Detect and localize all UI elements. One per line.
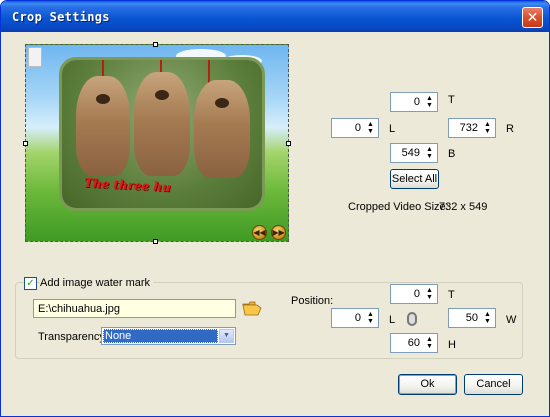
dog-figure	[134, 72, 190, 176]
chain-link-icon[interactable]	[407, 312, 417, 326]
crop-right-label: R	[506, 123, 514, 135]
rewind-icon[interactable]: ◀◀	[252, 225, 267, 240]
spinner-arrows-icon[interactable]: ▲ ▼	[424, 95, 435, 109]
wm-top-value: 0	[413, 288, 420, 300]
crop-left-value: 0	[354, 122, 361, 134]
wm-height-spinner[interactable]: 60 ▲ ▼	[390, 333, 438, 353]
add-watermark-label[interactable]: Add image water mark	[40, 277, 154, 289]
ok-button[interactable]: Ok	[398, 374, 457, 395]
wm-width-label: W	[506, 314, 517, 326]
wm-left-value: 0	[354, 312, 361, 324]
crop-top-spinner[interactable]: 0 ▲ ▼	[390, 92, 438, 112]
wm-width-value: 50	[465, 312, 478, 324]
dog-figure	[76, 76, 130, 176]
dog-figure	[194, 80, 250, 178]
title-bar[interactable]: Crop Settings ✕	[1, 1, 549, 32]
watermark-path-field[interactable]: E:\chihuahua.jpg	[33, 299, 236, 318]
crop-right-value: 732	[459, 122, 478, 134]
crop-bottom-label: B	[448, 148, 456, 160]
wm-height-value: 60	[407, 337, 420, 349]
wm-top-label: T	[448, 289, 455, 301]
spinner-arrows-icon[interactable]: ▲ ▼	[365, 311, 376, 325]
cancel-button[interactable]: Cancel	[464, 374, 523, 395]
crop-handle-left[interactable]	[23, 141, 28, 146]
watermark-photo: The three hu	[62, 60, 262, 208]
crop-right-spinner[interactable]: 732 ▲ ▼	[448, 118, 496, 138]
wm-left-spinner[interactable]: 0 ▲ ▼	[331, 308, 379, 328]
spinner-arrows-icon[interactable]: ▲ ▼	[482, 311, 493, 325]
select-all-button[interactable]: Select All	[390, 169, 439, 189]
position-label: Position:	[291, 295, 334, 307]
crop-bottom-spinner[interactable]: 549 ▲ ▼	[390, 143, 438, 163]
cropped-size-value: 732 x 549	[439, 201, 488, 213]
wm-top-spinner[interactable]: 0 ▲ ▼	[390, 284, 438, 304]
folder-open-icon[interactable]	[242, 300, 262, 316]
crop-settings-dialog: Crop Settings ✕ The three hu ◀◀ ▶▶ 0 ▲ ▼…	[0, 0, 550, 417]
transparency-select[interactable]: None ▼	[101, 327, 236, 345]
forward-icon[interactable]: ▶▶	[271, 225, 286, 240]
transparency-value: None	[103, 329, 218, 343]
photo-caption: The three hu	[83, 175, 172, 195]
transparency-label: Transparency:	[38, 331, 108, 343]
dog-nose	[96, 94, 110, 104]
wm-height-label: H	[448, 339, 456, 351]
crop-left-label: L	[389, 123, 396, 135]
crop-bottom-value: 549	[401, 147, 420, 159]
add-watermark-checkbox[interactable]: ✓	[24, 277, 37, 290]
dog-nose	[155, 90, 169, 100]
crop-left-spinner[interactable]: 0 ▲ ▼	[331, 118, 379, 138]
dog-nose	[215, 98, 229, 108]
spinner-arrows-icon[interactable]: ▲ ▼	[424, 287, 435, 301]
spinner-arrows-icon[interactable]: ▲ ▼	[424, 336, 435, 350]
window-title: Crop Settings	[12, 10, 110, 24]
crop-handle-bottom[interactable]	[153, 239, 158, 244]
thumbnail-icon	[28, 47, 42, 67]
video-preview[interactable]: The three hu ◀◀ ▶▶	[25, 44, 289, 242]
chevron-down-icon[interactable]: ▼	[219, 329, 234, 343]
cropped-size-caption: Cropped Video Size:	[348, 201, 449, 213]
wm-width-spinner[interactable]: 50 ▲ ▼	[448, 308, 496, 328]
close-icon: ✕	[526, 9, 539, 25]
watermark-group	[15, 282, 523, 359]
crop-top-label: T	[448, 94, 455, 106]
crop-handle-right[interactable]	[286, 141, 291, 146]
wm-left-label: L	[389, 314, 396, 326]
crop-top-value: 0	[413, 96, 420, 108]
spinner-arrows-icon[interactable]: ▲ ▼	[482, 121, 493, 135]
spinner-arrows-icon[interactable]: ▲ ▼	[365, 121, 376, 135]
crop-handle-top[interactable]	[153, 42, 158, 47]
spinner-arrows-icon[interactable]: ▲ ▼	[424, 146, 435, 160]
close-button[interactable]: ✕	[522, 7, 543, 28]
